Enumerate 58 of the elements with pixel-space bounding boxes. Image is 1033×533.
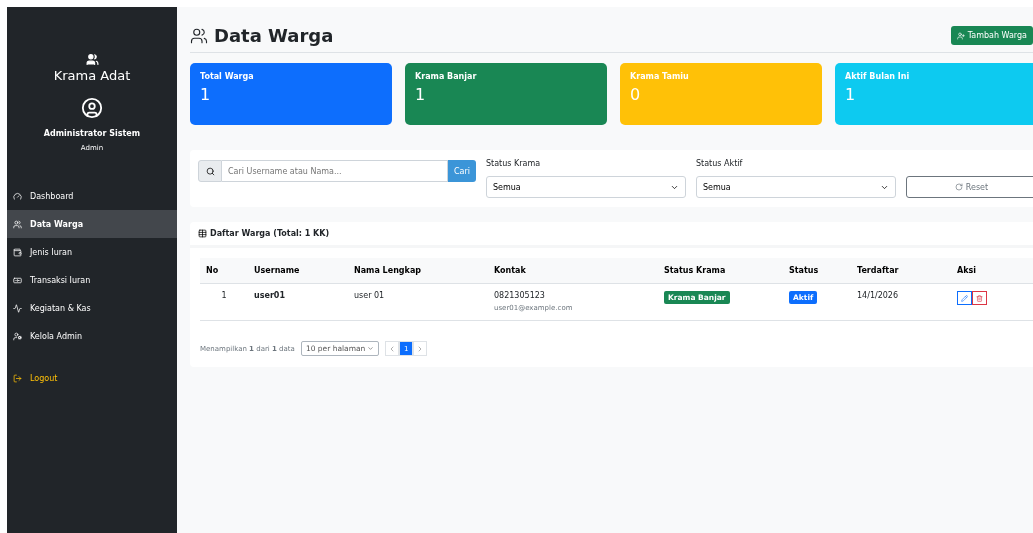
table-cell: user 01 (354, 291, 385, 300)
column-header: No (200, 258, 248, 284)
sidebar-item[interactable]: Jenis Iuran (7, 238, 177, 266)
stat-value: 1 (200, 85, 212, 104)
stat-value: 0 (630, 85, 642, 104)
column-header: Username (248, 258, 348, 284)
search-field[interactable]: Cari Username atau Nama... (222, 160, 448, 182)
search-icon (198, 160, 222, 182)
pulse-icon (13, 303, 22, 313)
table-cell: user01 (254, 291, 285, 300)
user-name: Administrator Sistem (43, 129, 141, 138)
stat-value: 1 (415, 85, 427, 104)
sidebar-item[interactable]: Kelola Admin (7, 322, 177, 350)
users-icon (85, 53, 99, 66)
sidebar-item[interactable]: Transaksi Iuran (7, 266, 177, 294)
page-title: Data Warga (190, 25, 334, 46)
trash-icon (976, 294, 983, 302)
stat-label: Krama Banjar (415, 72, 478, 81)
stat-value: 1 (845, 85, 857, 104)
wallet-icon (13, 247, 22, 257)
user-plus-icon (956, 31, 965, 40)
column-header: Status Krama (658, 258, 783, 284)
delete-button[interactable] (972, 291, 987, 305)
table-title: Daftar Warga (Total: 1 KK) (210, 229, 330, 238)
caret-icon (367, 345, 375, 352)
status-aktif-select[interactable]: Semua (696, 176, 896, 198)
users-icon (13, 219, 22, 229)
column-header: Kontak (488, 258, 658, 284)
user-icon (13, 331, 22, 341)
add-button[interactable]: Tambah Warga (950, 26, 1033, 45)
table-cell: 14/1/2026 (857, 291, 899, 300)
sidebar-item[interactable]: Kegiatan & Kas (7, 294, 177, 322)
edit-button[interactable] (957, 291, 972, 305)
users-icon (190, 26, 208, 45)
banknote-icon (13, 275, 22, 285)
table-icon (198, 229, 207, 238)
status-krama-select[interactable]: Semua (486, 176, 686, 198)
brand-name: Krama Adat (53, 68, 131, 83)
column-header: Terdaftar (851, 258, 951, 284)
field-label: Status Krama (486, 159, 542, 170)
stat-label: Total Warga (200, 72, 255, 81)
column-header: Status (783, 258, 851, 284)
logout-link[interactable]: Logout (7, 364, 177, 392)
sidebar-item[interactable]: Dashboard (7, 182, 177, 210)
table-cell: 1 (221, 291, 227, 300)
gauge-icon (13, 191, 22, 201)
column-header: Nama Lengkap (348, 258, 488, 284)
reset-button[interactable]: Reset (906, 176, 1033, 198)
refresh-icon (954, 183, 963, 191)
field-label: Status Aktif (696, 159, 744, 170)
stat-label: Krama Tamiu (630, 72, 690, 81)
pencil-icon (961, 294, 968, 302)
phone-text: 0821305123 (494, 291, 545, 300)
logout-icon (13, 373, 22, 383)
stat-label: Aktif Bulan Ini (845, 72, 911, 81)
avatar-icon (81, 97, 103, 119)
column-header: Aksi (951, 258, 1033, 284)
sidebar-item[interactable]: Data Warga (7, 210, 177, 238)
